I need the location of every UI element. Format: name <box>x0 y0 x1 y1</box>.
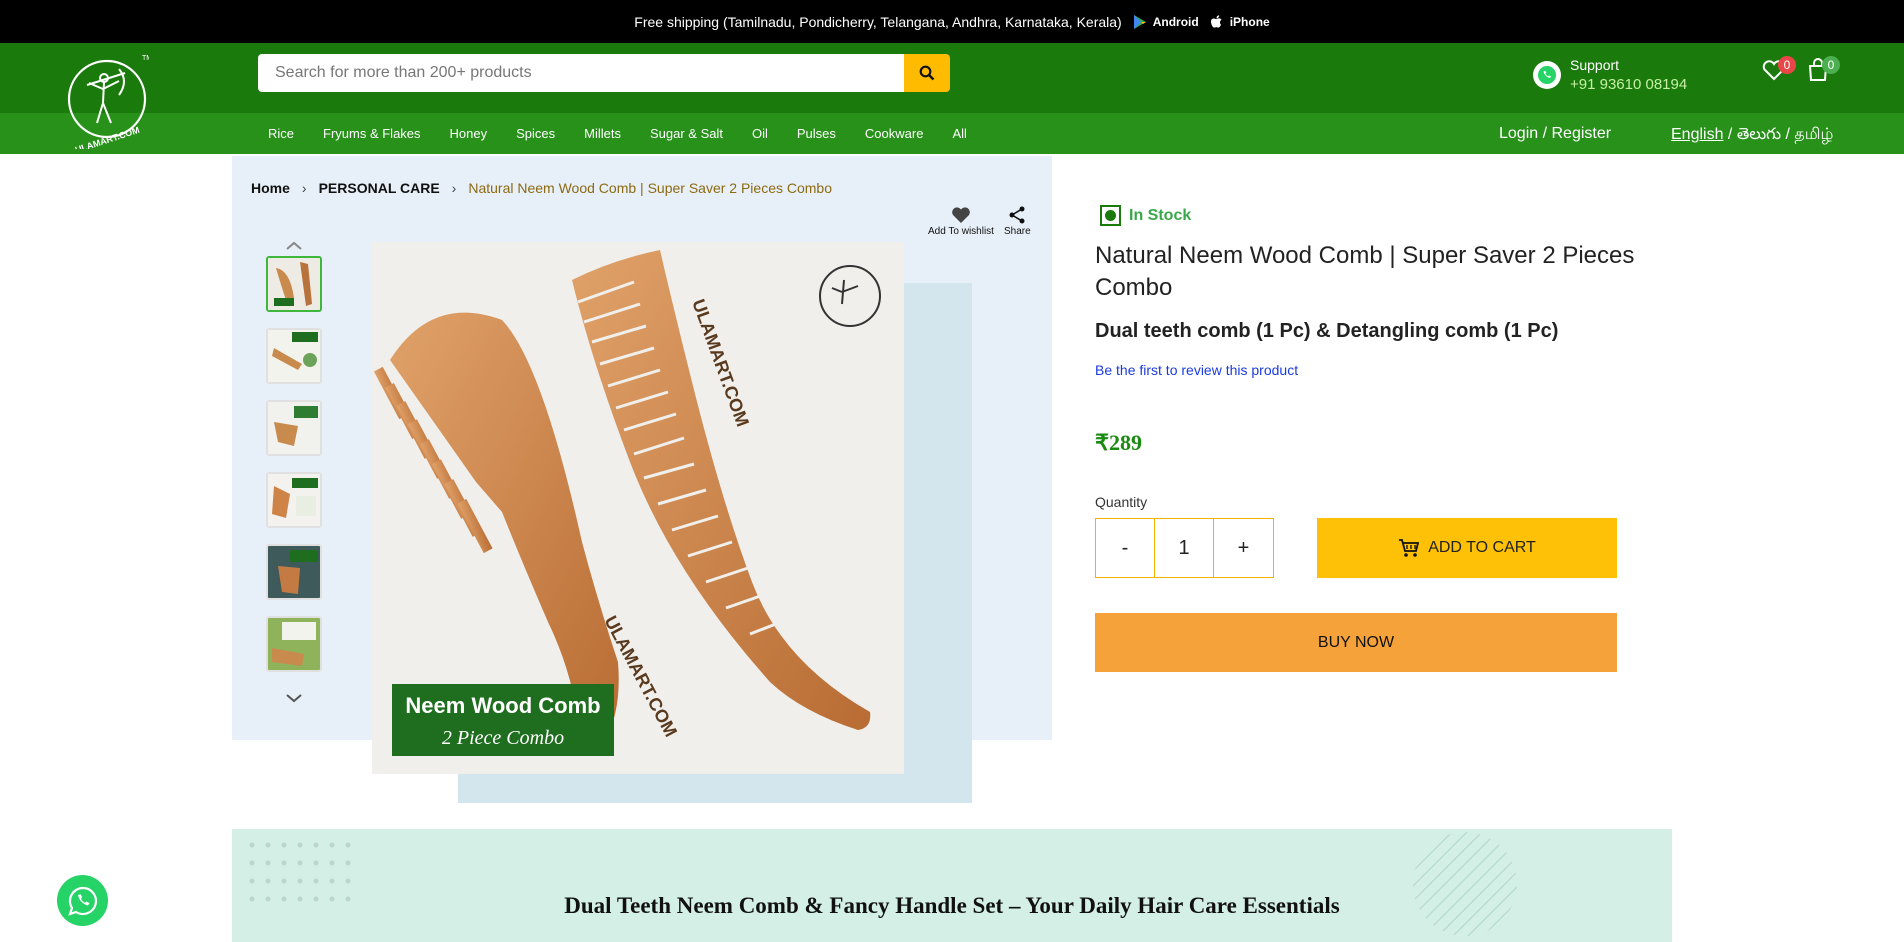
nav-item-fryums[interactable]: Fryums & Flakes <box>323 126 421 141</box>
share-icon <box>1009 206 1025 224</box>
whatsapp-chat-button[interactable] <box>57 875 108 926</box>
banner-title: Dual Teeth Neem Comb & Fancy Handle Set … <box>564 893 1340 918</box>
breadcrumb-current: Natural Neem Wood Comb | Super Saver 2 P… <box>468 180 832 196</box>
stock-label: In Stock <box>1129 206 1192 224</box>
chevron-right-icon: › <box>301 180 307 196</box>
buy-now-button[interactable]: BUY NOW <box>1095 613 1617 672</box>
chevron-right-icon: › <box>451 180 457 196</box>
site-header: TM ULAMART.COM Search for more than 200+… <box>0 43 1904 155</box>
announcement-bar: Free shipping (Tamilnadu, Pondicherry, T… <box>0 0 1904 43</box>
support-label: Support <box>1570 57 1620 73</box>
product-actions: Add To wishlist Share <box>928 206 1031 237</box>
chevron-up-icon <box>286 241 302 250</box>
support-phone[interactable]: +91 93610 08194 <box>1570 75 1687 95</box>
search-icon <box>919 65 935 81</box>
wishlist-button[interactable]: 0 <box>1761 56 1796 83</box>
lang-separator: / <box>1723 126 1737 143</box>
neem-comb-image: ULAMART.COM ULAMART.COM Neem Wood Comb 2… <box>372 242 904 774</box>
chevron-down-icon <box>286 694 302 703</box>
nav-item-millets[interactable]: Millets <box>584 126 621 141</box>
comb-thumbnail-image <box>268 258 320 310</box>
stock-status: In Stock <box>1100 205 1191 226</box>
login-register-link[interactable]: Login / Register <box>1499 125 1611 143</box>
main-product-image[interactable]: ULAMART.COM ULAMART.COM Neem Wood Comb 2… <box>372 242 904 774</box>
wishlist-count-badge: 0 <box>1778 56 1796 74</box>
quantity-increase-button[interactable]: + <box>1214 519 1273 577</box>
quantity-decrease-button[interactable]: - <box>1096 519 1155 577</box>
nav-item-cookware[interactable]: Cookware <box>865 126 924 141</box>
heart-icon <box>952 207 970 223</box>
comb-thumbnail-image <box>268 330 320 382</box>
nav-item-sugar-salt[interactable]: Sugar & Salt <box>650 126 723 141</box>
comb-thumbnail-image <box>268 402 320 454</box>
google-play-icon <box>1133 14 1146 29</box>
thumbnail-prev-button[interactable] <box>266 236 322 256</box>
search-bar: Search for more than 200+ products <box>258 54 950 92</box>
thumbnail-5[interactable] <box>266 544 322 600</box>
logo-tm: TM <box>142 55 149 62</box>
shipping-text: Free shipping (Tamilnadu, Pondicherry, T… <box>634 13 1122 30</box>
add-to-wishlist-button[interactable]: Add To wishlist <box>928 206 994 237</box>
ulamart-logo[interactable]: TM ULAMART.COM <box>67 51 152 155</box>
nav-item-honey[interactable]: Honey <box>450 126 488 141</box>
android-app-link[interactable]: Android <box>1132 14 1199 30</box>
comb-thumbnail-image <box>268 618 320 670</box>
nav-item-all[interactable]: All <box>952 126 966 141</box>
cart-count-badge: 0 <box>1822 56 1840 74</box>
whatsapp-icon <box>67 886 97 916</box>
breadcrumb-category[interactable]: PERSONAL CARE <box>319 180 440 196</box>
nav-item-oil[interactable]: Oil <box>752 126 768 141</box>
quantity-label: Quantity <box>1095 494 1148 510</box>
apple-icon <box>1210 14 1222 28</box>
share-button[interactable]: Share <box>1004 206 1031 237</box>
breadcrumb: Home › PERSONAL CARE › Natural Neem Wood… <box>251 180 832 196</box>
thumbnail-2[interactable] <box>266 328 322 384</box>
thumbnail-4[interactable] <box>266 472 322 528</box>
lang-telugu[interactable]: తెలుగు <box>1737 126 1781 143</box>
search-button[interactable] <box>904 54 950 92</box>
iphone-app-link[interactable]: iPhone <box>1209 14 1270 30</box>
nav-item-rice[interactable]: Rice <box>268 126 294 141</box>
veg-indicator-icon <box>1100 205 1121 226</box>
wishlist-label: Add To wishlist <box>928 226 994 237</box>
category-nav: Rice Fryums & Flakes Honey Spices Millet… <box>0 113 1904 154</box>
lang-english[interactable]: English <box>1671 126 1723 143</box>
description-banner: Dual Teeth Neem Comb & Fancy Handle Set … <box>232 829 1672 942</box>
quantity-input[interactable]: 1 <box>1155 519 1214 577</box>
thumbnail-6[interactable] <box>266 616 322 672</box>
thumbnail-gallery <box>266 236 322 708</box>
nav-item-pulses[interactable]: Pulses <box>797 126 836 141</box>
add-to-cart-label: ADD TO CART <box>1428 539 1536 556</box>
image-caption-title: Neem Wood Comb <box>405 693 600 718</box>
category-list: Rice Fryums & Flakes Honey Spices Millet… <box>268 113 996 154</box>
add-to-cart-button[interactable]: ADD TO CART <box>1317 518 1617 578</box>
comb-thumbnail-image <box>268 546 320 598</box>
thumbnail-next-button[interactable] <box>266 688 322 708</box>
thumbnail-3[interactable] <box>266 400 322 456</box>
breadcrumb-home[interactable]: Home <box>251 180 290 196</box>
product-title: Natural Neem Wood Comb | Super Saver 2 P… <box>1095 242 1635 301</box>
support-contact[interactable]: Support +91 93610 08194 <box>1533 55 1687 95</box>
logo-emblem-icon: TM ULAMART.COM <box>67 55 152 155</box>
comb-thumbnail-image <box>268 474 320 526</box>
product-price: ₹289 <box>1095 430 1142 455</box>
lang-separator: / <box>1781 126 1795 143</box>
share-label: Share <box>1003 226 1031 237</box>
search-input[interactable]: Search for more than 200+ products <box>258 54 904 92</box>
stripe-circle-decoration <box>1413 832 1517 936</box>
image-caption-subtitle: 2 Piece Combo <box>442 727 564 749</box>
write-review-link[interactable]: Be the first to review this product <box>1095 362 1298 378</box>
nav-item-spices[interactable]: Spices <box>516 126 555 141</box>
cart-icon <box>1399 539 1420 557</box>
product-subtitle: Dual teeth comb (1 Pc) & Detangling comb… <box>1095 320 1559 342</box>
quantity-stepper: - 1 + <box>1095 518 1274 578</box>
thumbnail-1[interactable] <box>266 256 322 312</box>
cart-button[interactable]: 0 <box>1805 56 1840 83</box>
lang-tamil[interactable]: தமிழ் <box>1794 126 1833 143</box>
whatsapp-icon <box>1533 61 1561 89</box>
language-switcher: English / తెలుగు / தமிழ் <box>1671 125 1833 147</box>
